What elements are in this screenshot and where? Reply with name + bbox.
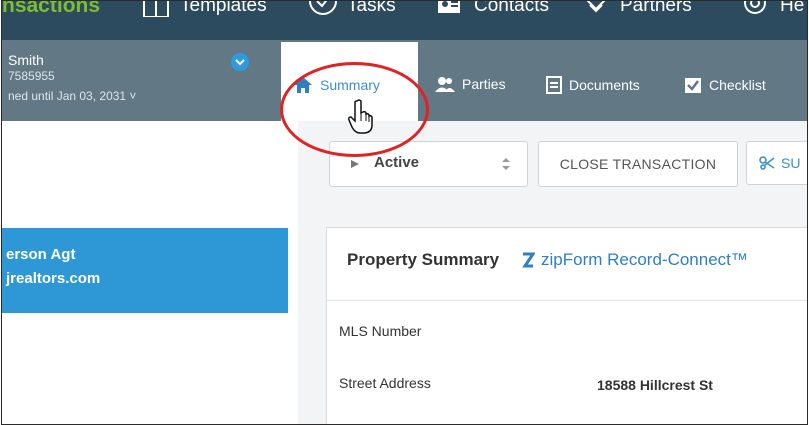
card-title: Property Summary (347, 250, 500, 269)
partners-icon (586, 1, 606, 13)
status-value: Active (374, 154, 420, 171)
nav-help[interactable]: He (742, 1, 804, 17)
top-nav: nsactions Templates Tasks Contacts Partn… (2, 1, 807, 40)
zipform-logo-icon (522, 252, 535, 268)
tab-checklist-label: Checklist (709, 77, 766, 93)
nav-partners-label: Partners (620, 1, 692, 16)
tab-documents-label: Documents (569, 77, 640, 93)
tab-documents[interactable]: Documents (546, 76, 640, 94)
nav-templates[interactable]: Templates (142, 1, 267, 17)
nav-tasks-label: Tasks (347, 1, 396, 16)
tab-parties[interactable]: Parties (435, 76, 506, 92)
hand-cursor-icon (348, 99, 373, 134)
agent-card[interactable]: erson Agt jrealtors.com (2, 228, 288, 313)
main-content: Active CLOSE TRANSACTION SU Property Sum… (298, 121, 807, 424)
nav-tasks[interactable]: Tasks (309, 1, 396, 17)
nav-partners[interactable]: Partners (582, 1, 692, 17)
property-summary-card: Property Summary zipForm Record-Connect™… (326, 227, 807, 424)
user-phone: 7585955 (8, 69, 55, 83)
submit-label: SU (781, 155, 801, 171)
document-icon (546, 76, 562, 94)
close-transaction-button[interactable]: CLOSE TRANSACTION (538, 141, 738, 187)
submit-icon (759, 156, 775, 170)
zipform-link-label: zipForm Record-Connect™ (541, 250, 748, 269)
nav-contacts-label: Contacts (474, 1, 549, 16)
nav-templates-label: Templates (180, 1, 267, 16)
agent-name: erson Agt (6, 246, 76, 263)
agent-email: jrealtors.com (6, 270, 101, 287)
sort-arrows-icon (502, 158, 510, 170)
tasks-icon (309, 1, 337, 15)
check-badge-icon[interactable] (231, 53, 249, 71)
nav-help-label: He (780, 1, 805, 16)
submit-button[interactable]: SU (746, 141, 807, 185)
street-address-label: Street Address (339, 375, 431, 391)
app-window: nsactions Templates Tasks Contacts Partn… (1, 0, 808, 425)
contacts-icon (438, 1, 460, 13)
templates-icon (143, 1, 169, 17)
parties-icon (435, 77, 455, 92)
user-status-dropdown[interactable]: ned until Jan 03, 2031 ˅ (8, 89, 136, 103)
chevron-down-icon (235, 59, 245, 66)
user-name: Smith (8, 52, 44, 68)
tab-parties-label: Parties (462, 76, 506, 92)
tab-checklist[interactable]: Checklist (684, 76, 766, 94)
card-header: Property Summary zipForm Record-Connect™ (327, 228, 807, 301)
zipform-record-connect-link[interactable]: zipForm Record-Connect™ (521, 250, 748, 270)
help-icon (744, 1, 766, 14)
street-address-value: 18588 Hillcrest St (597, 377, 713, 393)
nav-transactions[interactable]: nsactions (2, 1, 100, 18)
mls-number-label: MLS Number (339, 323, 422, 339)
play-icon (351, 160, 359, 168)
nav-contacts[interactable]: Contacts (436, 1, 549, 17)
left-panel: erson Agt jrealtors.com (2, 121, 299, 424)
checklist-icon (685, 78, 701, 93)
